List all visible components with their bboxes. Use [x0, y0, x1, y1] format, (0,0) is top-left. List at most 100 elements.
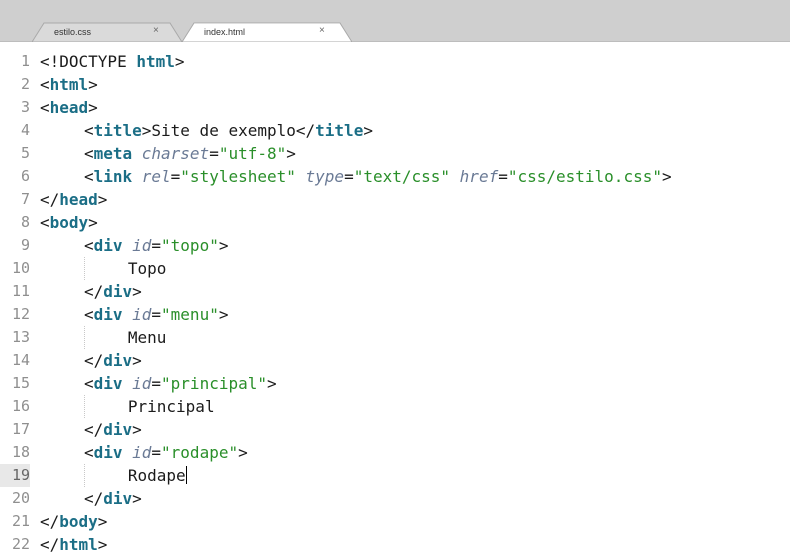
code-line[interactable]: 11 </div> [0, 280, 790, 303]
code-token: id [132, 443, 152, 462]
code-line[interactable]: 15 <div id="principal"> [0, 372, 790, 395]
code-line[interactable]: 3 <head> [0, 96, 790, 119]
code-line[interactable]: 20 </div> [0, 487, 790, 510]
code-text: <div id="topo"> [84, 234, 229, 257]
code-token: < [83, 236, 94, 255]
code-token: < [83, 443, 94, 462]
line-number: 2 [20, 75, 30, 93]
line-number: 3 [20, 98, 30, 116]
line-number: 9 [20, 236, 30, 254]
code-line[interactable]: 13 Menu [0, 326, 790, 349]
code-line[interactable]: 14 </div> [0, 349, 790, 372]
tab-estilo-css[interactable]: estilo.css × [32, 22, 182, 42]
code-line[interactable]: 7 </head> [0, 188, 790, 211]
code-token: div [103, 282, 133, 301]
code-token: > [97, 512, 108, 531]
code-text: <title>Site de exemplo</title> [84, 119, 373, 142]
code-text: <head> [40, 96, 98, 119]
code-token: div [103, 420, 133, 439]
code-token: "text/css" [353, 167, 451, 186]
code-token: Menu [127, 328, 167, 347]
code-token: id [132, 236, 152, 255]
code-text: <meta charset="utf-8"> [84, 142, 296, 165]
code-token: > [141, 121, 152, 140]
code-line[interactable]: 18 <div id="rodape"> [0, 441, 790, 464]
close-icon[interactable]: × [153, 25, 159, 36]
code-token: > [88, 213, 98, 232]
code-token: div [93, 236, 123, 255]
tab-index-html[interactable]: index.html × [182, 22, 352, 42]
code-token: > [238, 443, 248, 462]
code-token: > [363, 121, 373, 140]
code-line[interactable]: 22 </html> [0, 533, 790, 556]
code-line[interactable]: 6 <link rel="stylesheet" type="text/css" … [0, 165, 790, 188]
code-token: < [83, 121, 94, 140]
code-editor[interactable]: 1 <!DOCTYPE html> 2 <html> 3 <head> 4 <title>Si… [0, 44, 790, 554]
code-token: > [267, 374, 277, 393]
code-token: = [151, 443, 162, 462]
code-token: </ [40, 190, 60, 209]
code-line[interactable]: 4 <title>Site de exemplo</title> [0, 119, 790, 142]
line-number: 8 [20, 213, 30, 231]
line-number: 18 [11, 443, 30, 461]
code-token: html [136, 52, 175, 71]
code-token: = [151, 236, 162, 255]
close-icon[interactable]: × [319, 25, 325, 36]
line-number: 13 [11, 328, 30, 346]
line-number: 19 [0, 464, 30, 487]
code-line[interactable]: 17 </div> [0, 418, 790, 441]
code-token: Site de exemplo [151, 121, 296, 140]
code-token: < [40, 75, 50, 94]
code-line[interactable]: 16 Principal [0, 395, 790, 418]
code-line[interactable]: 2 <html> [0, 73, 790, 96]
code-line[interactable]: 5 <meta charset="utf-8"> [0, 142, 790, 165]
code-token: > [218, 236, 229, 255]
code-text: </html> [40, 533, 107, 556]
code-token: href [459, 167, 499, 186]
code-token: div [103, 489, 133, 508]
code-line[interactable]: 9 <div id="topo"> [0, 234, 790, 257]
code-token: = [151, 305, 162, 324]
line-number: 7 [20, 190, 30, 208]
code-token: "utf-8" [218, 144, 287, 163]
code-line[interactable]: 10 Topo [0, 257, 790, 280]
code-token: < [83, 167, 94, 186]
line-number: 14 [11, 351, 30, 369]
code-token: > [132, 489, 142, 508]
code-text: </div> [84, 418, 142, 441]
code-line[interactable]: 19 Rodape [0, 464, 790, 487]
code-token: < [83, 144, 94, 163]
code-token: head [49, 98, 89, 117]
code-token: body [49, 213, 89, 232]
code-text: <body> [40, 211, 98, 234]
code-token: id [132, 374, 152, 393]
code-line[interactable]: 8 <body> [0, 211, 790, 234]
code-line[interactable]: 21 </body> [0, 510, 790, 533]
code-token: "principal" [161, 374, 267, 393]
code-token: </ [83, 282, 104, 301]
code-token: Topo [127, 259, 167, 278]
code-token: <!DOCTYPE [40, 52, 137, 71]
line-number: 20 [11, 489, 30, 507]
code-text: Principal [128, 395, 215, 418]
line-number: 11 [11, 282, 30, 300]
line-number: 16 [11, 397, 30, 415]
code-token: </ [40, 512, 60, 531]
code-token: < [40, 213, 50, 232]
code-text: Topo [128, 257, 167, 280]
code-text: </div> [84, 487, 142, 510]
code-token: div [93, 443, 123, 462]
code-token: </ [83, 489, 104, 508]
code-line[interactable]: 1 <!DOCTYPE html> [0, 50, 790, 73]
code-text: </body> [40, 510, 107, 533]
code-token: > [174, 52, 185, 71]
code-token: > [132, 420, 142, 439]
code-line[interactable]: 12 <div id="menu"> [0, 303, 790, 326]
code-token: > [286, 144, 296, 163]
